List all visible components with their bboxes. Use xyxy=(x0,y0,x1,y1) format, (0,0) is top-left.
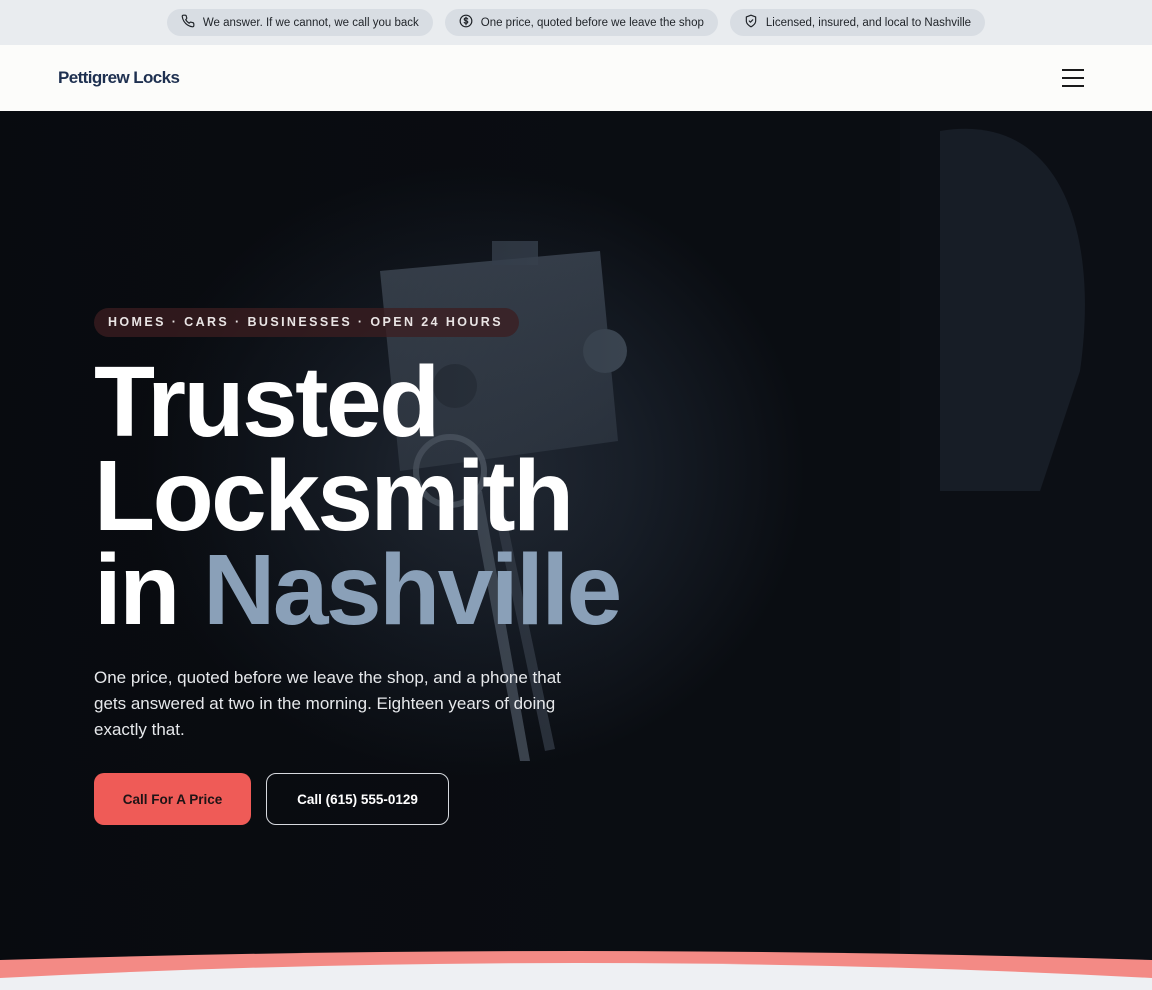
trust-pill-label: Licensed, insured, and local to Nashvill… xyxy=(765,16,972,29)
headline-line-3: in Nashville xyxy=(94,540,714,640)
hero-content: HOMES · CARS · BUSINESSES · OPEN 24 HOUR… xyxy=(94,308,714,825)
section-divider-wave xyxy=(0,951,1152,990)
call-for-price-button[interactable]: Call For A Price xyxy=(94,773,251,825)
headline-line-1: Trusted xyxy=(94,346,440,458)
hero-section: HOMES · CARS · BUSINESSES · OPEN 24 HOUR… xyxy=(0,111,1152,990)
trust-pill-licensed: Licensed, insured, and local to Nashvill… xyxy=(729,9,986,36)
trust-pill-label: One price, quoted before we leave the sh… xyxy=(480,16,704,29)
trust-pill-price: One price, quoted before we leave the sh… xyxy=(444,9,718,36)
headline-line-2: Locksmith xyxy=(94,440,574,552)
phone-icon xyxy=(181,14,195,31)
cta-row: Call For A Price Call (615) 555-0129 xyxy=(94,773,714,825)
headline-accent: Nashville xyxy=(203,534,622,646)
trust-bar: We answer. If we cannot, we call you bac… xyxy=(0,0,1152,45)
dollar-circle-icon xyxy=(459,14,473,31)
trust-pill-label: We answer. If we cannot, we call you bac… xyxy=(202,16,419,29)
headline-prefix: in xyxy=(94,534,180,646)
hamburger-menu-icon[interactable] xyxy=(1062,69,1086,87)
logo[interactable]: Pettigrew Locks xyxy=(58,68,180,88)
site-header: Pettigrew Locks xyxy=(0,45,1152,111)
hero-eyebrow: HOMES · CARS · BUSINESSES · OPEN 24 HOUR… xyxy=(94,308,519,337)
hero-headline: Trusted Locksmith in Nashville xyxy=(94,346,714,640)
call-phone-button[interactable]: Call (615) 555-0129 xyxy=(266,773,449,825)
shield-check-icon xyxy=(744,14,758,31)
hero-lede: One price, quoted before we leave the sh… xyxy=(94,668,561,739)
trust-pill-callback: We answer. If we cannot, we call you bac… xyxy=(166,9,433,36)
